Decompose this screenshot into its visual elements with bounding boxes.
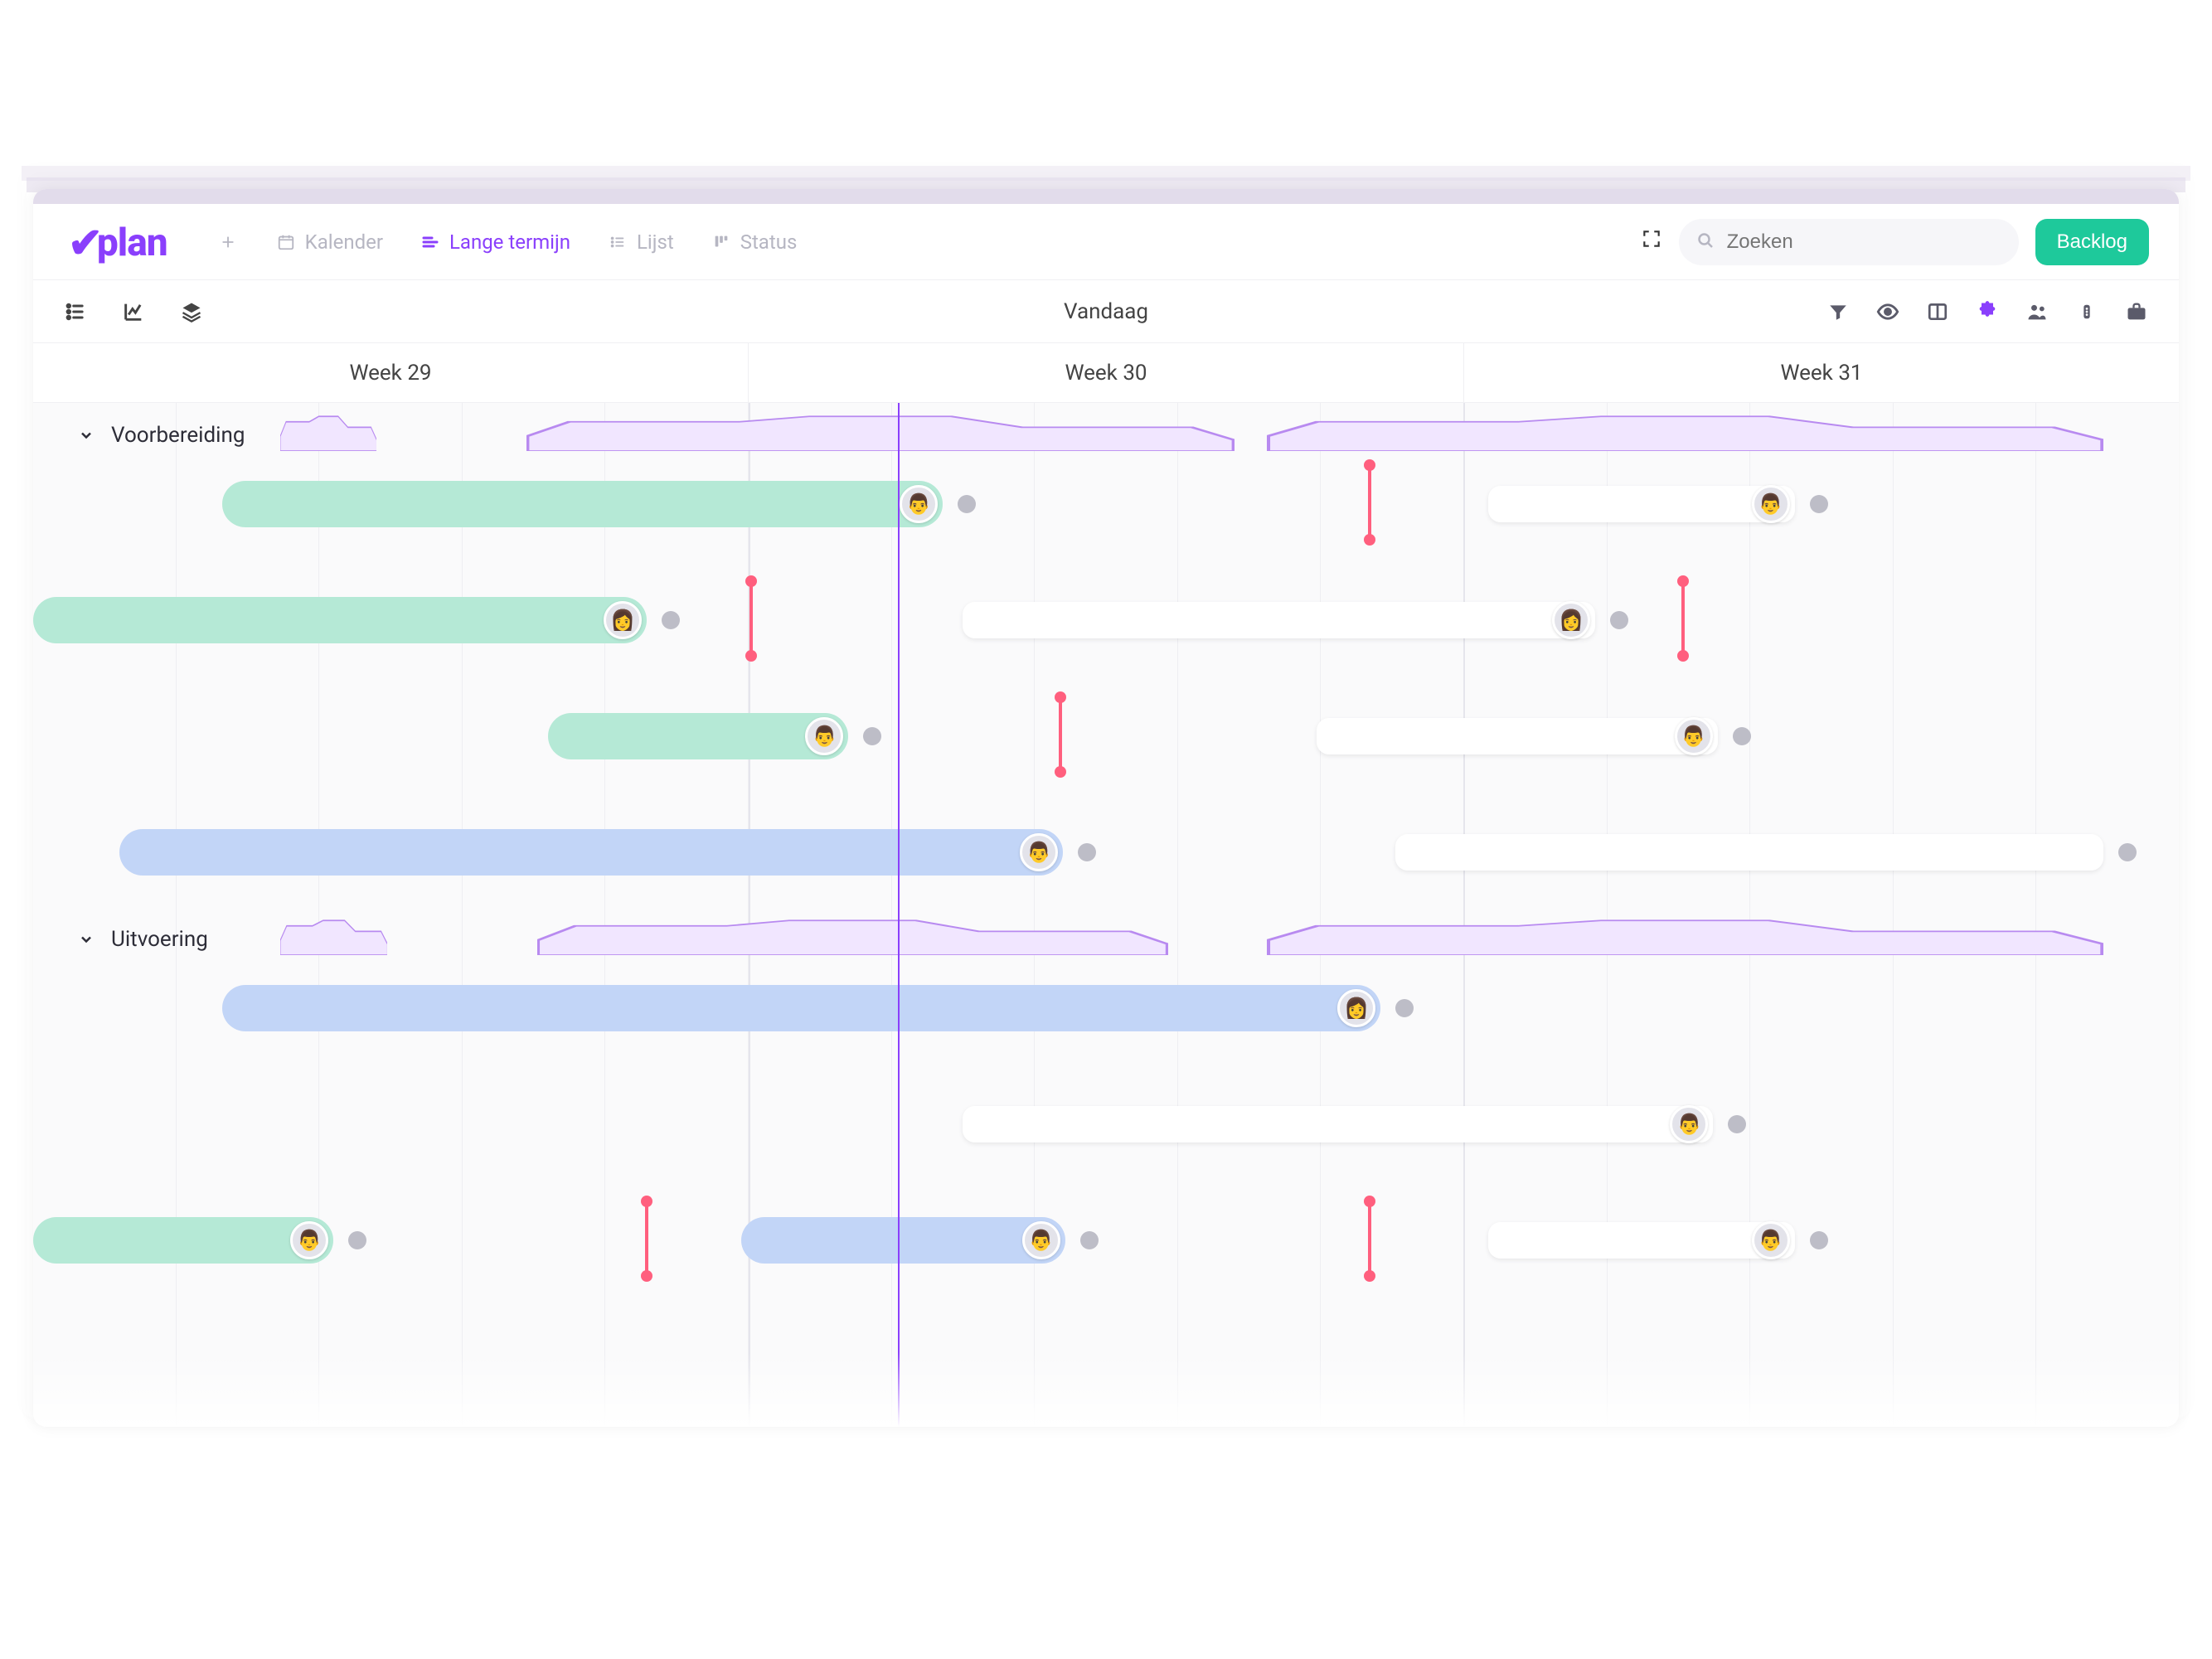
app-logo[interactable]: ✔ plan xyxy=(68,217,167,266)
logo-text: plan xyxy=(97,221,167,265)
app-window: ✔ plan Kalender Lange termijn Lijst xyxy=(33,189,2179,1427)
search-icon xyxy=(1695,230,1715,254)
layers-icon[interactable] xyxy=(179,299,204,324)
group-name: Uitvoering xyxy=(111,927,208,952)
task-bar[interactable]: 👨 xyxy=(119,829,1064,876)
plus-icon xyxy=(217,231,239,253)
group-name: Voorbereiding xyxy=(111,423,245,448)
assignee-avatar[interactable]: 👨 xyxy=(1670,1105,1708,1143)
backlog-button[interactable]: Backlog xyxy=(2035,219,2149,265)
deadline-pin[interactable] xyxy=(1059,696,1062,773)
week-header: Week 29 Week 30 Week 31 xyxy=(33,343,2179,403)
task-bar[interactable]: 👨 xyxy=(1488,486,1795,522)
assignee-avatar[interactable]: 👨 xyxy=(1752,485,1790,523)
puzzle-icon[interactable] xyxy=(1975,299,2000,324)
assignee-avatar[interactable]: 👨 xyxy=(900,485,938,523)
nav-add-button[interactable] xyxy=(217,231,239,253)
status-dot[interactable] xyxy=(1733,727,1751,745)
status-dot[interactable] xyxy=(1810,495,1828,513)
task-bar[interactable]: 👩 xyxy=(33,597,647,643)
logo-check-icon: ✔ xyxy=(68,219,102,268)
assignee-avatar[interactable]: 👨 xyxy=(1020,833,1058,871)
week-column[interactable]: Week 30 xyxy=(749,343,1464,402)
assignee-avatar[interactable]: 👩 xyxy=(1552,601,1590,639)
deadline-pin[interactable] xyxy=(1681,580,1685,657)
week-column[interactable]: Week 29 xyxy=(33,343,749,402)
nav-long-term[interactable]: Lange termijn xyxy=(420,230,570,254)
search-field[interactable] xyxy=(1679,219,2019,265)
window-titlebar xyxy=(33,189,2179,204)
nav-item-label: Lijst xyxy=(637,230,674,254)
assignee-avatar[interactable]: 👩 xyxy=(604,601,642,639)
board-icon xyxy=(711,231,732,253)
search-input[interactable] xyxy=(1727,230,1999,254)
week-column[interactable]: Week 31 xyxy=(1464,343,2179,402)
assignee-avatar[interactable]: 👩 xyxy=(1337,989,1375,1027)
task-bar[interactable]: 👩 xyxy=(963,602,1595,638)
assignee-avatar[interactable]: 👨 xyxy=(1675,717,1713,755)
status-dot[interactable] xyxy=(1080,1231,1099,1249)
deadline-pin[interactable] xyxy=(1368,464,1371,541)
status-dot[interactable] xyxy=(662,611,680,629)
assignee-avatar[interactable]: 👨 xyxy=(1022,1221,1060,1259)
filter-icon[interactable] xyxy=(1826,299,1851,324)
now-indicator xyxy=(898,403,900,1427)
assignee-avatar[interactable]: 👨 xyxy=(290,1221,328,1259)
nav-item-label: Lange termijn xyxy=(449,230,570,254)
task-bar[interactable]: 👨 xyxy=(222,481,943,527)
lines-icon xyxy=(420,231,441,253)
task-bar[interactable]: 👨 xyxy=(1488,1222,1795,1259)
chevron-down-icon xyxy=(78,427,95,444)
checklist-icon[interactable] xyxy=(63,299,88,324)
task-bar[interactable]: 👨 xyxy=(33,1217,333,1264)
nav-list[interactable]: Lijst xyxy=(607,230,674,254)
assignee-avatar[interactable]: 👨 xyxy=(1752,1221,1790,1259)
task-bar[interactable]: 👨 xyxy=(1317,718,1718,754)
status-dot[interactable] xyxy=(1810,1231,1828,1249)
top-nav: ✔ plan Kalender Lange termijn Lijst xyxy=(33,204,2179,280)
task-bar[interactable]: 👨 xyxy=(963,1106,1714,1142)
group-header[interactable]: Uitvoering xyxy=(33,915,2179,963)
fullscreen-icon[interactable] xyxy=(1641,228,1662,255)
list-icon xyxy=(607,231,628,253)
deadline-pin[interactable] xyxy=(1368,1201,1371,1277)
nav-status[interactable]: Status xyxy=(711,230,798,254)
nav-calendar[interactable]: Kalender xyxy=(275,230,383,254)
assignee-avatar[interactable]: 👨 xyxy=(805,717,843,755)
briefcase-icon[interactable] xyxy=(2124,299,2149,324)
task-bar[interactable]: 👨 xyxy=(548,713,848,759)
task-bar[interactable] xyxy=(1395,834,2103,871)
eye-icon[interactable] xyxy=(1875,299,1900,324)
task-bar[interactable]: 👨 xyxy=(741,1217,1065,1264)
traffic-icon[interactable] xyxy=(2074,299,2099,324)
status-dot[interactable] xyxy=(1610,611,1628,629)
group-header[interactable]: Voorbereiding xyxy=(33,411,2179,459)
view-toolbar: Vandaag xyxy=(33,280,2179,343)
deadline-pin[interactable] xyxy=(645,1201,648,1277)
nav-item-label: Status xyxy=(740,230,798,254)
timeline-canvas[interactable]: Voorbereiding 👨 👨 👩 👩 👨 👨 👨 Uitvoering 👩 👨 👨 👨 👨 xyxy=(33,403,2179,1427)
team-icon[interactable] xyxy=(2025,299,2049,324)
deadline-pin[interactable] xyxy=(749,580,753,657)
task-bar[interactable]: 👩 xyxy=(222,985,1381,1031)
calendar-icon xyxy=(275,231,297,253)
today-button[interactable]: Vandaag xyxy=(1064,299,1148,324)
nav-item-label: Kalender xyxy=(305,230,383,254)
columns-icon[interactable] xyxy=(1925,299,1950,324)
chevron-down-icon xyxy=(78,931,95,948)
chart-icon[interactable] xyxy=(121,299,146,324)
